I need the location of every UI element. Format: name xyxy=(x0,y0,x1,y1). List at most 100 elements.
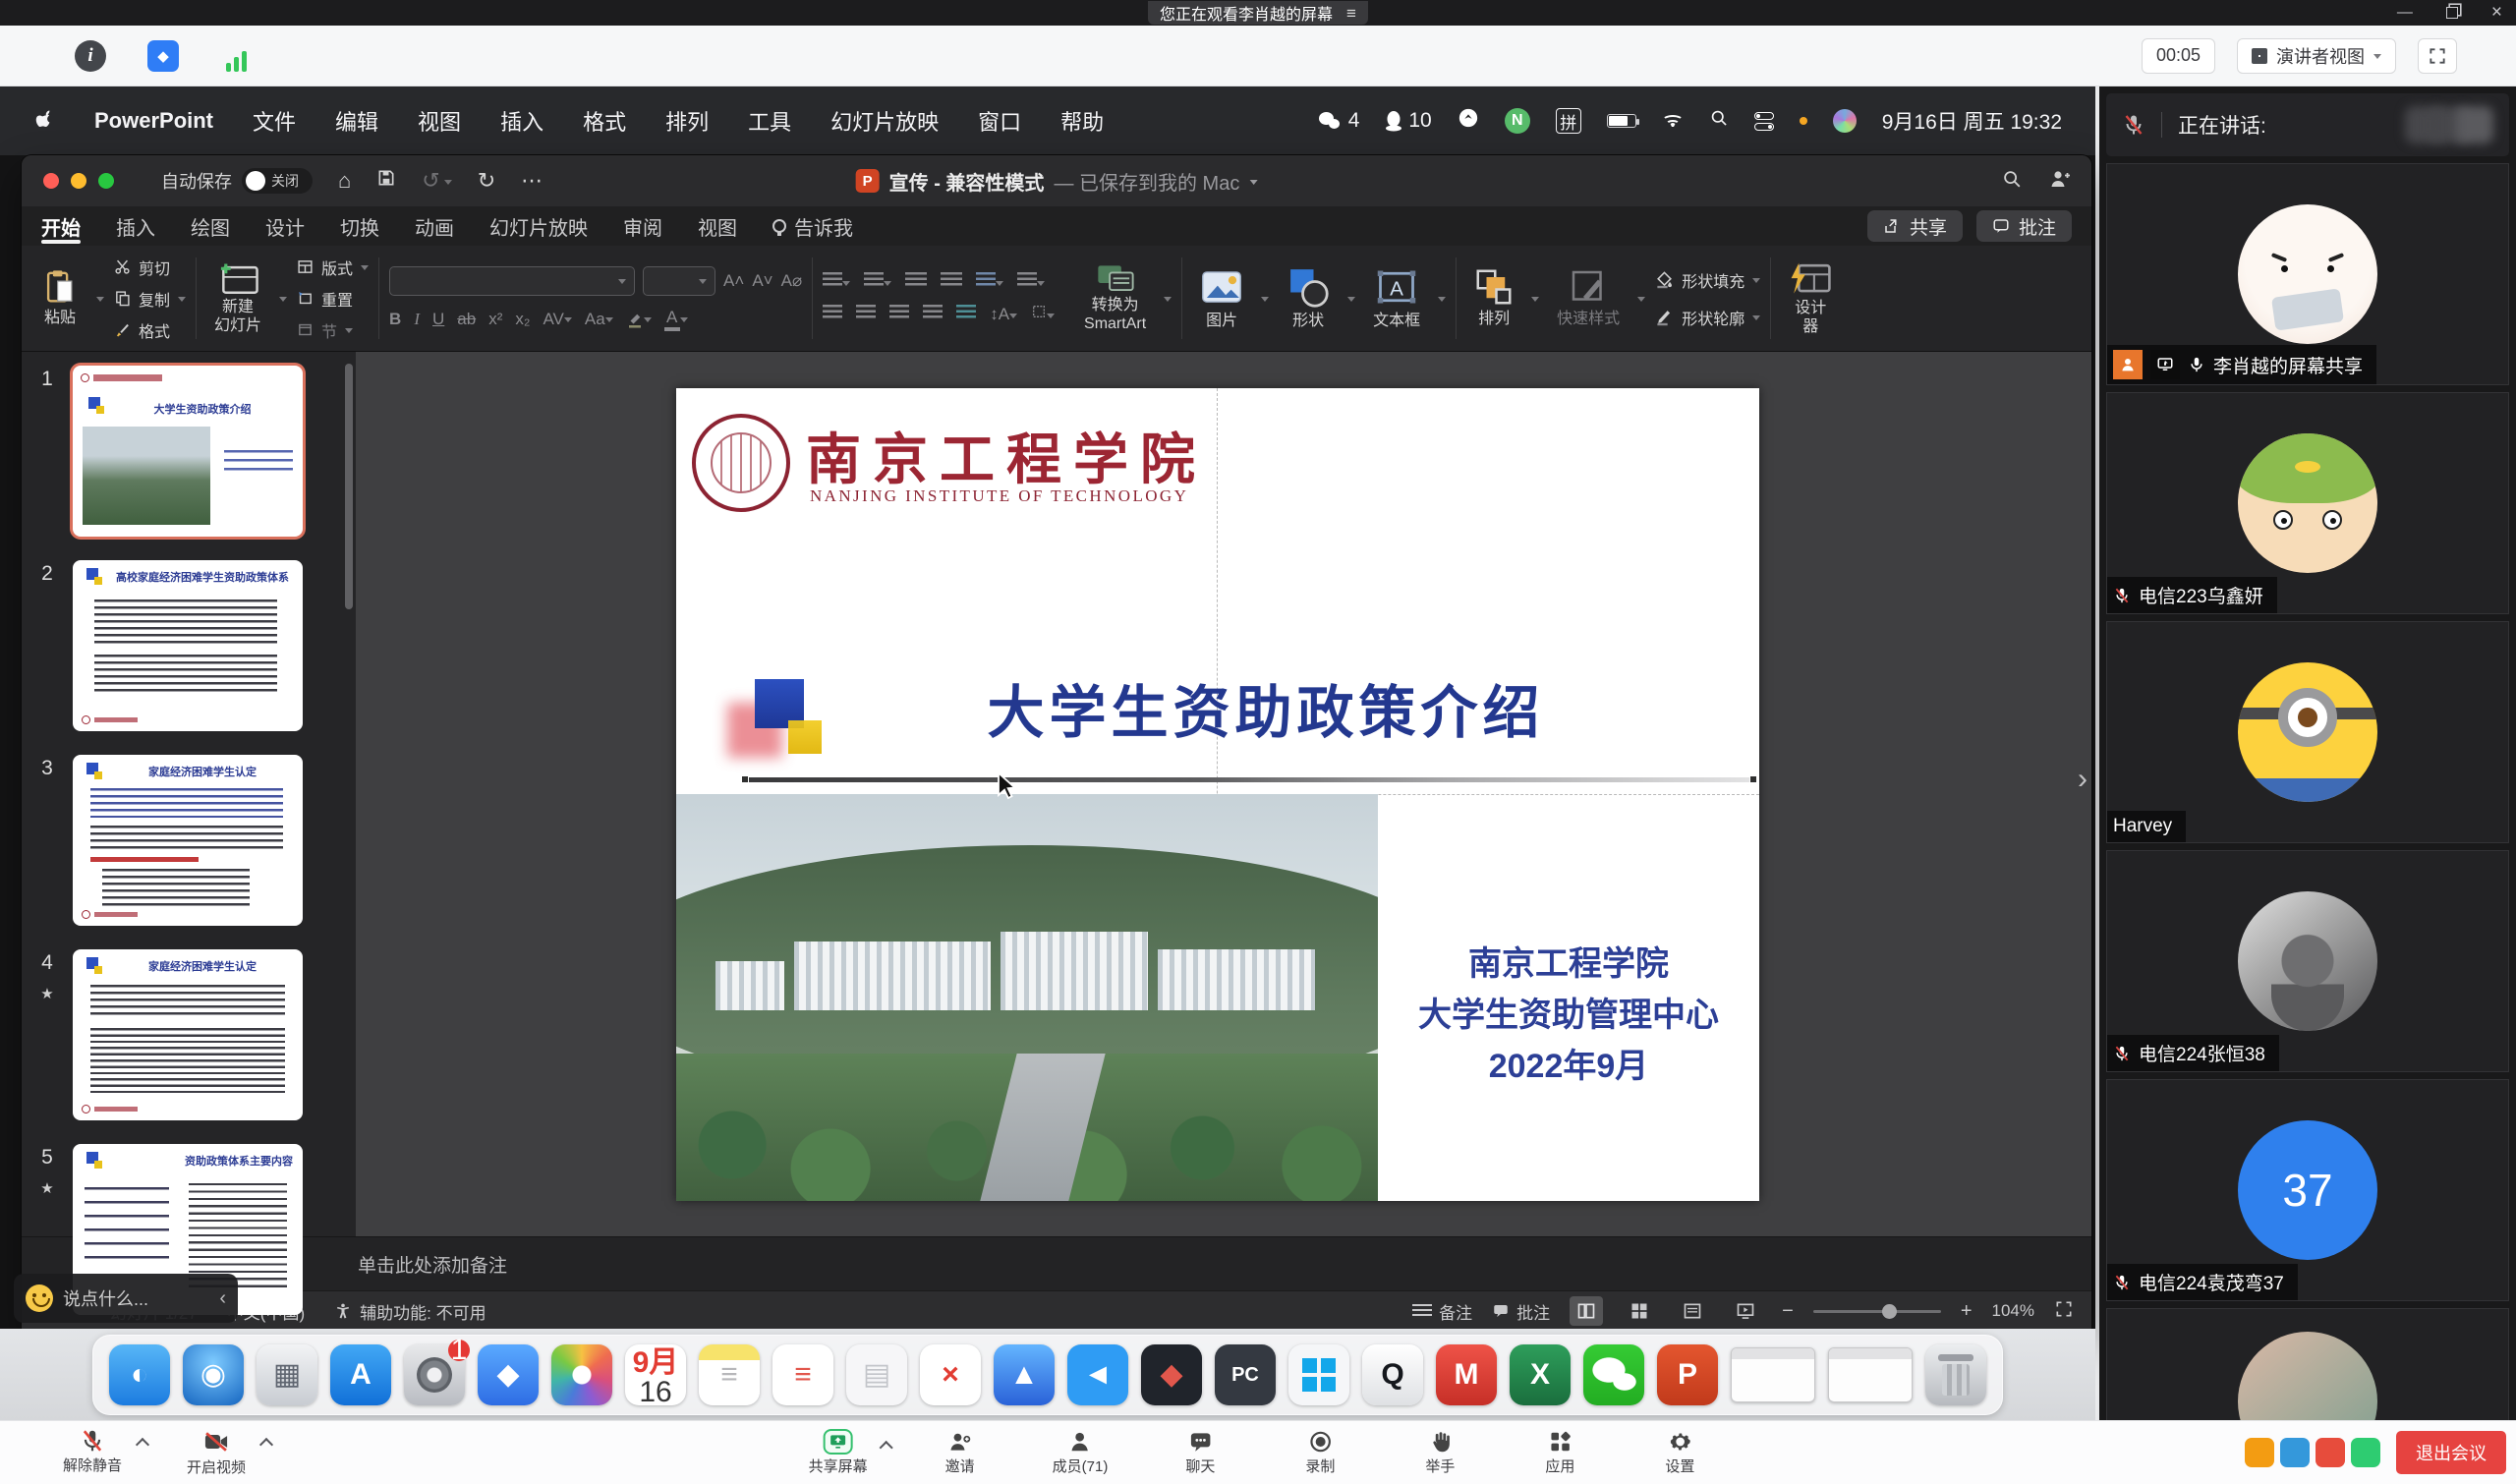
convert-smartart-button[interactable]: 转换为SmartArt xyxy=(1076,263,1154,333)
undo-dropdown-icon[interactable] xyxy=(444,180,452,189)
shapes-dropdown-icon[interactable] xyxy=(1347,297,1355,306)
align-left-button[interactable] xyxy=(823,305,842,324)
apple-logo-icon[interactable] xyxy=(33,108,55,134)
slide-thumbnail-4[interactable]: 家庭经济困难学生认定 xyxy=(73,949,303,1120)
slide-caption[interactable]: 南京工程学院 大学生资助管理中心 2022年9月 xyxy=(1378,939,1759,1092)
slide-thumbnail-3[interactable]: 家庭经济困难学生认定 xyxy=(73,755,303,926)
zoom-slider[interactable] xyxy=(1813,1310,1941,1313)
slideshow-view-button[interactable] xyxy=(1729,1296,1762,1326)
section-dropdown-icon[interactable] xyxy=(345,328,353,337)
chat-placeholder[interactable]: 说点什么... xyxy=(63,1285,148,1311)
zoom-slider-knob[interactable] xyxy=(1882,1304,1897,1319)
fullscreen-button[interactable] xyxy=(2418,38,2457,74)
strikethrough-button[interactable]: ab xyxy=(457,310,476,329)
window-preview-icon-2[interactable] xyxy=(1828,1347,1913,1402)
increase-indent-button[interactable] xyxy=(941,272,962,292)
tab-animations[interactable]: 动画 xyxy=(415,206,454,246)
red-x-app-icon[interactable]: × xyxy=(920,1344,981,1405)
decrease-font-button[interactable]: A˅ xyxy=(752,271,772,291)
arrange-button[interactable]: 排列 xyxy=(1466,267,1521,328)
shapes-button[interactable]: 形状 xyxy=(1279,265,1338,330)
fit-slide-button[interactable] xyxy=(2054,1299,2074,1324)
copy-dropdown-icon[interactable] xyxy=(178,297,186,306)
undo-icon[interactable]: ↺ xyxy=(422,168,439,194)
info-icon[interactable]: i xyxy=(75,40,106,72)
participant-tile-sharer[interactable]: 李肖越的屏幕共享 xyxy=(2106,163,2509,385)
character-spacing-button[interactable]: AV xyxy=(543,310,571,329)
smartart-dropdown-icon[interactable] xyxy=(1164,297,1172,306)
pc-manager-icon[interactable]: PC xyxy=(1215,1344,1276,1405)
superscript-button[interactable]: x² xyxy=(488,310,502,329)
share-options-caret[interactable] xyxy=(880,1441,893,1455)
safari-icon[interactable]: ◉ xyxy=(183,1344,244,1405)
tab-view[interactable]: 视图 xyxy=(698,206,737,246)
mic-options-caret[interactable] xyxy=(136,1438,149,1452)
font-size-select[interactable] xyxy=(643,266,715,296)
columns-button[interactable] xyxy=(1017,272,1045,292)
paste-dropdown-icon[interactable] xyxy=(96,297,104,306)
comments-toggle-button[interactable]: 批注 xyxy=(1492,1299,1550,1324)
arrange-dropdown-icon[interactable] xyxy=(1531,297,1539,306)
campus-photo[interactable] xyxy=(676,794,1378,1201)
settings-button[interactable]: 设置 xyxy=(1652,1429,1707,1476)
tab-home[interactable]: 开始 xyxy=(41,206,81,246)
save-icon[interactable] xyxy=(376,168,396,194)
presence-share-icon[interactable] xyxy=(2048,167,2072,196)
slide-thumbnail-1[interactable]: 大学生资助政策介绍 xyxy=(73,366,303,537)
bullets-button[interactable] xyxy=(823,272,850,292)
slide-title[interactable]: 大学生资助政策介绍 xyxy=(922,666,1610,749)
panel-expand-chevron-icon[interactable]: › xyxy=(2078,763,2087,796)
textbox-dropdown-icon[interactable] xyxy=(1438,297,1446,306)
line-spacing-button[interactable] xyxy=(976,272,1003,292)
menu-view[interactable]: 视图 xyxy=(418,105,461,137)
participant-tile-partial[interactable]: ∨ xyxy=(2106,1308,2509,1420)
wifi-icon[interactable] xyxy=(1662,113,1684,129)
menu-edit[interactable]: 编辑 xyxy=(335,105,378,137)
slide-sorter-view-button[interactable] xyxy=(1623,1296,1656,1326)
raise-hand-button[interactable]: 举手 xyxy=(1412,1429,1467,1476)
layout-button[interactable]: 版式 xyxy=(297,256,369,279)
selected-line-shape[interactable] xyxy=(747,777,1753,782)
zoom-percentage[interactable]: 104% xyxy=(1992,1301,2034,1321)
network-signal-icon[interactable] xyxy=(220,40,252,72)
shape-handle-left[interactable] xyxy=(741,775,749,783)
tab-draw[interactable]: 绘图 xyxy=(191,206,230,246)
zoom-window-button[interactable] xyxy=(98,173,114,189)
apps-button[interactable]: 应用 xyxy=(1532,1429,1587,1476)
tab-design[interactable]: 设计 xyxy=(265,206,305,246)
unmute-button[interactable]: 解除静音 xyxy=(63,1428,122,1477)
start-video-button[interactable]: 开启视频 xyxy=(187,1428,246,1477)
excel-icon[interactable]: X xyxy=(1510,1344,1571,1405)
trash-icon[interactable] xyxy=(1925,1344,1986,1405)
shape-outline-button[interactable]: 形状轮廓 xyxy=(1655,306,1760,329)
tab-tellme[interactable]: 告诉我 xyxy=(772,212,853,241)
align-text-button[interactable] xyxy=(1031,304,1055,324)
maximize-button[interactable] xyxy=(2446,7,2458,19)
underline-button[interactable]: U xyxy=(432,310,444,329)
calendar-icon[interactable]: 9月16 xyxy=(625,1344,686,1405)
siri-icon[interactable] xyxy=(1833,109,1857,133)
copy-button[interactable]: 复制 xyxy=(114,287,186,311)
leave-meeting-button[interactable]: 退出会议 xyxy=(2396,1431,2506,1474)
font-color-button[interactable]: A xyxy=(664,308,688,331)
layout-dropdown-icon[interactable] xyxy=(361,265,369,274)
scroll-down-chevron-icon[interactable]: ∨ xyxy=(2298,1418,2316,1420)
share-button[interactable]: 共享 xyxy=(1867,210,1963,242)
windows-icon[interactable] xyxy=(1288,1344,1349,1405)
shape-handle-right[interactable] xyxy=(1749,775,1757,783)
participant-tile[interactable]: 37 电信224袁茂弯37 xyxy=(2106,1079,2509,1301)
participant-tile[interactable]: 电信223乌鑫妍 xyxy=(2106,392,2509,614)
cut-button[interactable]: 剪切 xyxy=(114,256,186,279)
battery-icon[interactable] xyxy=(1607,114,1636,128)
reminders-icon[interactable]: ≡ xyxy=(772,1344,833,1405)
text-direction-button[interactable]: ↕A xyxy=(990,305,1017,324)
powerpoint-icon[interactable]: P xyxy=(1657,1344,1718,1405)
chat-collapse-icon[interactable]: ‹ xyxy=(219,1287,226,1310)
comments-button[interactable]: 批注 xyxy=(1976,210,2072,242)
highlight-color-button[interactable] xyxy=(626,311,652,328)
thumbnail-scrollbar[interactable] xyxy=(345,364,353,609)
green-n-status-icon[interactable]: N xyxy=(1505,108,1530,134)
minimize-button[interactable]: — xyxy=(2397,4,2413,22)
qq-icon[interactable]: Q xyxy=(1362,1344,1423,1405)
launchpad-icon[interactable]: ▦ xyxy=(257,1344,317,1405)
